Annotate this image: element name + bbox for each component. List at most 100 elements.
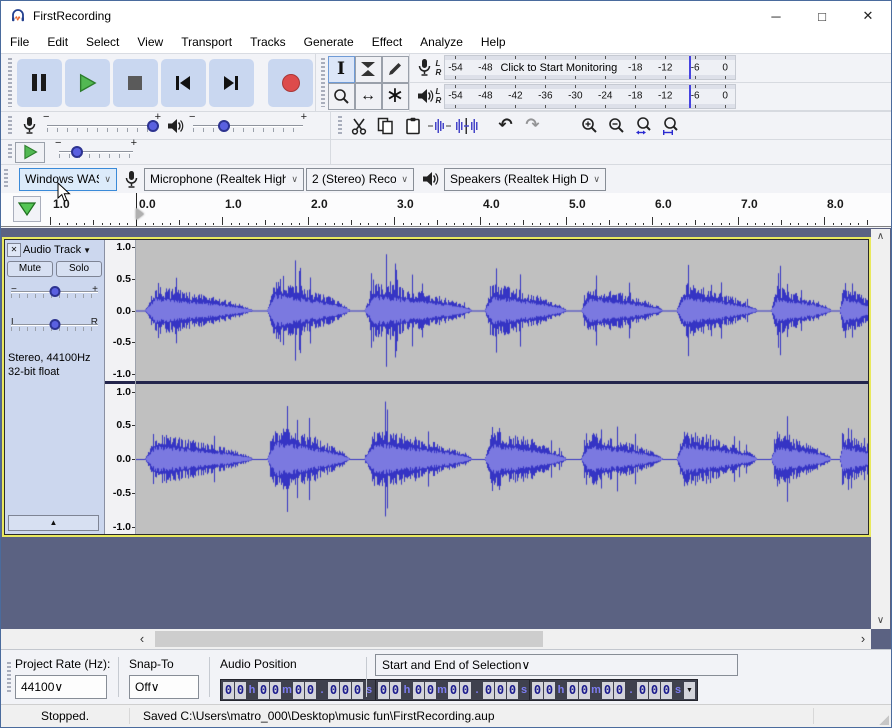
magnifier-icon [333,88,350,105]
slider-thumb[interactable] [49,286,60,297]
menu-generate[interactable]: Generate [295,31,363,53]
cut-button[interactable] [346,114,371,138]
fit-project-button[interactable] [658,114,683,138]
mute-button[interactable]: Mute [7,261,53,277]
playback-volume-slider[interactable]: − + [189,115,307,137]
skip-to-end-button[interactable] [209,59,254,107]
menu-transport[interactable]: Transport [172,31,241,53]
chevron-down-icon: ∨ [396,174,408,185]
selection-start-field[interactable]: 00h00m00.000s▼ [375,679,544,701]
zoom-tool-button[interactable] [328,83,355,110]
transport-toolbar [1,54,316,111]
pause-button[interactable] [17,59,62,107]
menu-select[interactable]: Select [77,31,128,53]
vertical-ruler-left-channel[interactable]: 1.00.50.0-0.5-1.0 [105,240,135,381]
slider-thumb[interactable] [147,120,159,132]
trim-audio-button[interactable] [427,114,452,138]
toolbar-grip[interactable] [8,58,12,107]
track-pan-slider[interactable]: L R [11,319,98,343]
vertical-scrollbar[interactable]: ∧ ∨ [871,229,890,629]
maximize-button[interactable]: □ [799,1,845,31]
track-format-info: Stereo, 44100Hz 32-bit float [5,343,104,379]
copy-button[interactable] [373,114,398,138]
toolbar-grip[interactable] [321,58,325,107]
stop-button[interactable] [113,59,158,107]
undo-button[interactable]: ↶ [493,114,518,138]
time-ruler[interactable]: 1.00.01.02.03.04.05.06.07.08.0 [1,193,891,226]
waveform-right-channel[interactable] [136,384,868,534]
draw-tool-button[interactable] [382,56,409,83]
envelope-tool-button[interactable] [355,56,382,83]
play-button[interactable] [65,59,110,107]
playback-device-dropdown[interactable]: Speakers (Realtek High Def∨ [444,168,606,191]
recording-channels-dropdown[interactable]: 2 (Stereo) Recor∨ [306,168,414,191]
solo-button[interactable]: Solo [56,261,102,277]
slider-thumb[interactable] [49,319,60,330]
playback-meter[interactable]: LR -54-48-42-36-30-24-18-12-60 [410,83,892,112]
selection-tool-button[interactable]: I [328,56,355,83]
menu-help[interactable]: Help [472,31,515,53]
scroll-right-arrow-icon[interactable]: › [855,629,871,649]
track-menu-arrow-icon[interactable]: ▼ [83,246,91,255]
scissors-icon [350,117,368,135]
selection-end-field[interactable]: 00h00m00.000s▼ [529,679,698,701]
menu-view[interactable]: View [128,31,172,53]
track-gain-slider[interactable]: − + [11,286,98,310]
edit-toolbar: ↶ ↷ [331,112,891,139]
timeline-ruler[interactable]: 1.00.01.02.03.04.05.06.07.08.0 [1,193,891,227]
menu-file[interactable]: File [1,31,38,53]
recording-meter[interactable]: LR -54-48-42-36-30-24-18-12-60Click to S… [410,54,892,83]
play-at-speed-button[interactable] [15,142,45,163]
audio-track[interactable]: ✕ Audio Track ▼ Mute Solo − + L R [4,239,869,535]
minimize-button[interactable]: ─ [753,1,799,31]
slider-thumb[interactable] [71,146,83,158]
audio-host-dropdown[interactable]: Windows WASA∨ [19,168,117,191]
track-close-button[interactable]: ✕ [7,243,21,257]
horizontal-scrollbar[interactable]: ‹ › [134,629,871,649]
toolbar-grip[interactable] [338,116,342,135]
horizontal-scroll-track[interactable] [150,629,855,649]
playback-meter-scale[interactable]: -54-48-42-36-30-24-18-12-60 [444,84,736,109]
toolbar-grip[interactable] [4,169,8,189]
timeline-options-button[interactable] [13,196,41,222]
menu-effect[interactable]: Effect [363,31,411,53]
scroll-up-arrow-icon[interactable]: ∧ [877,229,884,245]
waveform-display[interactable] [136,240,868,534]
paste-button[interactable] [400,114,425,138]
toolbar-grip[interactable] [7,662,11,694]
time-shift-tool-button[interactable]: ↔ [355,83,382,110]
zoom-in-button[interactable] [577,114,602,138]
project-rate-dropdown[interactable]: 44100∨ [15,675,107,699]
close-button[interactable]: ✕ [845,1,891,31]
play-position-marker[interactable] [136,208,144,220]
menu-tracks[interactable]: Tracks [241,31,295,53]
skip-to-start-button[interactable] [161,59,206,107]
selection-range-mode-dropdown[interactable]: Start and End of Selection∨ [375,654,738,676]
snap-to-dropdown[interactable]: Off∨ [129,675,199,699]
menu-edit[interactable]: Edit [38,31,77,53]
menu-analyze[interactable]: Analyze [411,31,472,53]
toolbar-grip[interactable] [8,116,12,135]
resize-grip[interactable] [879,715,889,725]
recording-volume-slider[interactable]: − + [43,115,161,137]
waveform-left-channel[interactable] [136,240,868,381]
recording-meter-scale[interactable]: -54-48-42-36-30-24-18-12-60Click to Star… [444,55,736,80]
vertical-ruler-right-channel[interactable]: 1.00.50.0-0.5-1.0 [105,384,135,534]
slider-thumb[interactable] [218,120,230,132]
record-button[interactable] [268,59,313,107]
silence-audio-button[interactable] [454,114,479,138]
channel-labels: LR [436,87,442,105]
scroll-down-arrow-icon[interactable]: ∨ [877,613,884,629]
fit-selection-button[interactable] [631,114,656,138]
redo-button[interactable]: ↷ [520,114,545,138]
scroll-left-arrow-icon[interactable]: ‹ [134,629,150,649]
multi-tool-button[interactable]: ∗ [382,83,409,110]
audio-position-field[interactable]: 00h00m00.000s▼ [220,679,389,701]
recording-device-dropdown[interactable]: Microphone (Realtek High∨ [144,168,304,191]
toolbar-grip[interactable] [8,144,12,160]
stop-icon [128,76,142,90]
zoom-out-button[interactable] [604,114,629,138]
track-collapse-button[interactable]: ▲ [8,515,99,531]
horizontal-scroll-thumb[interactable] [155,631,543,647]
playback-speed-slider[interactable]: − + [55,141,137,163]
